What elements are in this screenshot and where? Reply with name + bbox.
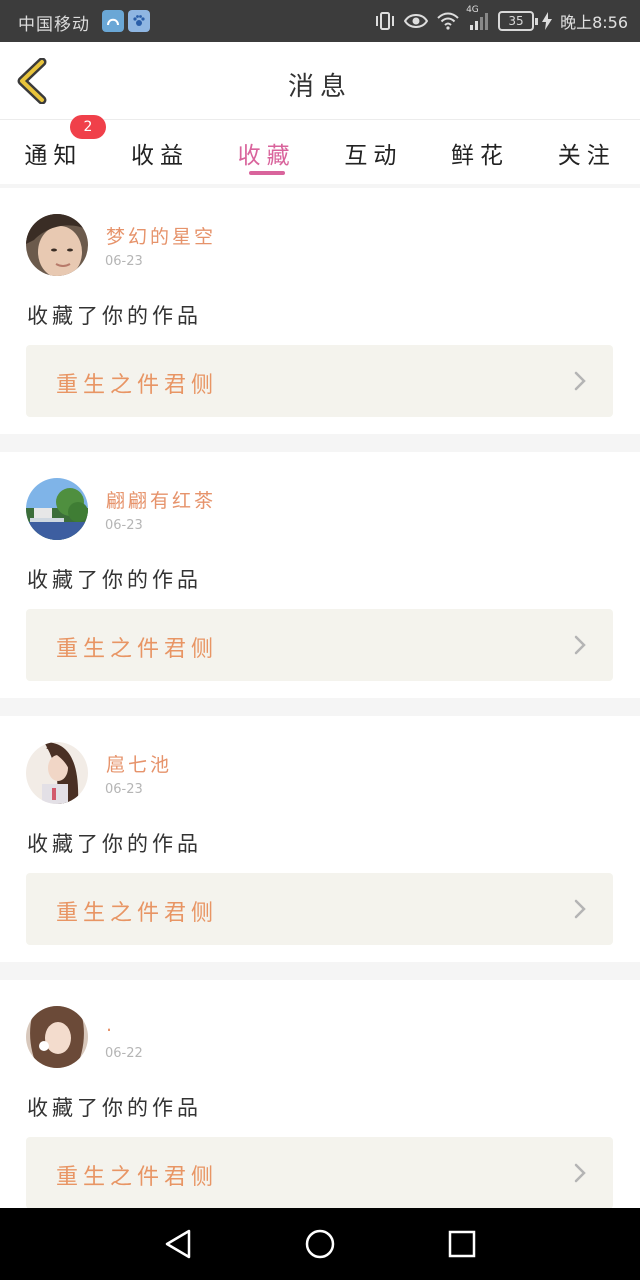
nav-recent-button[interactable] <box>444 1226 480 1262</box>
tab-label: 收益 <box>131 143 189 169</box>
chevron-right-icon <box>574 635 586 655</box>
tab-label: 鲜花 <box>451 143 510 169</box>
notification-list: 梦幻的星空 06-23 收藏了你的作品 重生之件君侧 翩翩有红茶 06-23 收… <box>0 188 640 1244</box>
nav-back-icon <box>165 1229 191 1259</box>
chevron-right-icon <box>574 899 586 919</box>
notification-date: 06-23 <box>105 782 143 797</box>
notification-badge: 2 <box>70 115 106 139</box>
work-link[interactable]: 重生之件君侧 <box>26 609 613 681</box>
nav-home-button[interactable] <box>302 1226 338 1262</box>
tab-following[interactable]: 关注 <box>533 120 640 184</box>
carrier-label: 中国移动 <box>18 15 90 35</box>
clock: 晚上8:56 <box>560 13 628 32</box>
chevron-right-icon <box>574 371 586 391</box>
action-text: 收藏了你的作品 <box>27 568 202 592</box>
action-text: 收藏了你的作品 <box>27 832 202 856</box>
tab-label: 互动 <box>344 143 403 169</box>
app-header: 消息 <box>0 42 640 120</box>
nav-recent-icon <box>448 1230 476 1258</box>
tab-interactions[interactable]: 互动 <box>320 120 427 184</box>
avatar[interactable] <box>26 742 88 804</box>
status-bar: 中国移动 4G 35 晚上8:56 <box>0 0 640 42</box>
notification-date: 06-23 <box>105 254 143 269</box>
avatar[interactable] <box>26 478 88 540</box>
work-link[interactable]: 重生之件君侧 <box>26 345 613 417</box>
app-icon <box>102 10 124 32</box>
eye-icon <box>404 12 429 30</box>
avatar[interactable] <box>26 214 88 276</box>
notification-date: 06-23 <box>105 518 143 533</box>
work-title: 重生之件君侧 <box>56 637 219 662</box>
work-title: 重生之件君侧 <box>56 901 219 926</box>
work-title: 重生之件君侧 <box>56 1165 219 1190</box>
list-item: . 06-22 收藏了你的作品 重生之件君侧 <box>0 980 640 1226</box>
vibrate-icon <box>374 11 396 31</box>
work-link[interactable]: 重生之件君侧 <box>26 873 613 945</box>
network-type: 4G <box>466 5 479 15</box>
user-name[interactable]: . <box>106 1014 115 1036</box>
avatar[interactable] <box>26 1006 88 1068</box>
tab-earnings[interactable]: 收益 <box>107 120 214 184</box>
notification-date: 06-22 <box>105 1046 143 1061</box>
user-name[interactable]: 梦幻的星空 <box>106 222 216 249</box>
nav-back-button[interactable] <box>160 1226 196 1262</box>
action-text: 收藏了你的作品 <box>27 1096 202 1120</box>
chevron-right-icon <box>574 1163 586 1183</box>
system-nav-bar <box>0 1208 640 1280</box>
list-item: 扈七池 06-23 收藏了你的作品 重生之件君侧 <box>0 716 640 962</box>
action-text: 收藏了你的作品 <box>27 304 202 328</box>
charging-icon <box>542 12 553 30</box>
wifi-icon <box>436 11 460 31</box>
user-name[interactable]: 翩翩有红茶 <box>106 486 216 513</box>
tab-flowers[interactable]: 鲜花 <box>427 120 534 184</box>
battery-icon: 35 <box>498 11 539 31</box>
work-title: 重生之件君侧 <box>56 373 219 398</box>
work-link[interactable]: 重生之件君侧 <box>26 1137 613 1209</box>
list-item: 翩翩有红茶 06-23 收藏了你的作品 重生之件君侧 <box>0 452 640 698</box>
paw-icon <box>128 10 150 32</box>
tab-label: 收藏 <box>237 143 296 169</box>
list-item: 梦幻的星空 06-23 收藏了你的作品 重生之件君侧 <box>0 188 640 434</box>
active-tab-indicator <box>248 171 285 175</box>
signal-icon: 4G <box>466 5 490 31</box>
tab-favorites[interactable]: 收藏 <box>213 120 320 184</box>
user-name[interactable]: 扈七池 <box>106 750 172 777</box>
tab-label: 关注 <box>557 143 616 169</box>
tab-label: 通知 <box>24 143 83 169</box>
page-title: 消息 <box>287 72 352 102</box>
nav-home-icon <box>305 1229 335 1259</box>
